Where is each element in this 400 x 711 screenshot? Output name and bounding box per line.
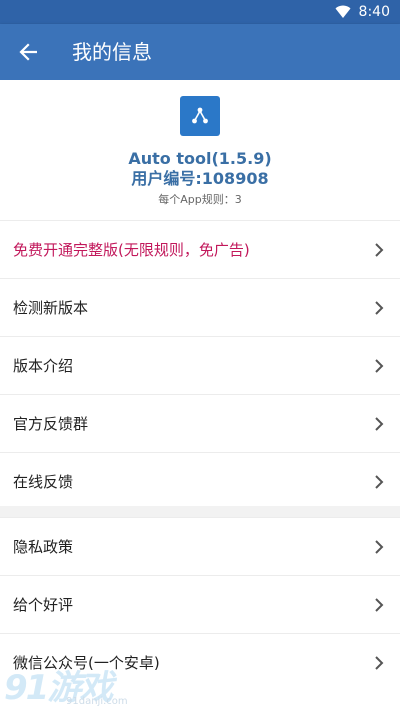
menu-item-label: 隐私政策 [13,538,74,556]
menu-item-label: 检测新版本 [13,299,89,317]
menu-group-main: 免费开通完整版(无限规则，免广告) 检测新版本 版本介绍 官方反馈群 在线反馈 [0,220,400,506]
chevron-right-icon [375,655,384,670]
user-id: 用户编号:108908 [131,169,269,188]
page-title: 我的信息 [72,40,152,64]
app-info-card: Auto tool(1.5.9) 用户编号:108908 每个App规则：3 [0,80,400,220]
wifi-icon [335,5,351,18]
menu-item-label: 官方反馈群 [13,415,89,433]
menu-item-label: 在线反馈 [13,473,74,491]
status-bar: 8:40 [0,0,400,24]
back-button[interactable] [8,32,48,72]
watermark: 91游戏 91danji.com [4,660,154,710]
menu-item-online-feedback[interactable]: 在线反馈 [0,452,400,510]
app-name-version: Auto tool(1.5.9) [128,149,272,168]
menu-item-feedback-group[interactable]: 官方反馈群 [0,394,400,452]
menu-item-version-intro[interactable]: 版本介绍 [0,336,400,394]
menu-item-label: 免费开通完整版(无限规则，免广告) [13,241,250,259]
arrow-left-icon [19,43,37,61]
rule-count: 每个App规则：3 [158,193,242,206]
chevron-right-icon [375,358,384,373]
share-nodes-icon [192,107,208,124]
menu-item-check-update[interactable]: 检测新版本 [0,278,400,336]
app-logo-icon [180,96,220,136]
menu-item-rate[interactable]: 给个好评 [0,575,400,633]
chevron-right-icon [375,416,384,431]
menu-item-label: 给个好评 [13,596,74,614]
app-bar: 我的信息 [0,24,400,80]
menu-item-label: 版本介绍 [13,357,74,375]
chevron-right-icon [375,597,384,612]
menu-item-upgrade[interactable]: 免费开通完整版(无限规则，免广告) [0,220,400,278]
menu-item-privacy[interactable]: 隐私政策 [0,517,400,575]
chevron-right-icon [375,474,384,489]
chevron-right-icon [375,539,384,554]
watermark-site: 91danji.com [66,696,128,707]
chevron-right-icon [375,300,384,315]
status-time: 8:40 [358,4,390,20]
chevron-right-icon [375,242,384,257]
